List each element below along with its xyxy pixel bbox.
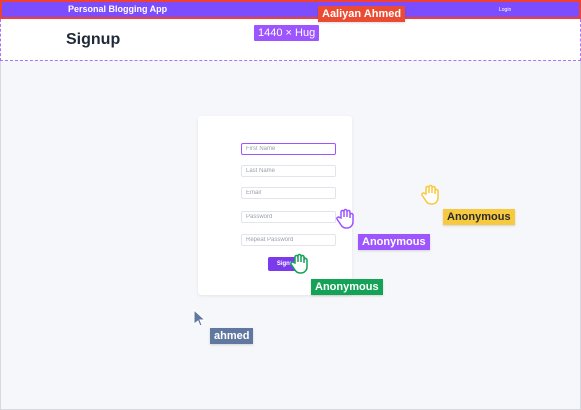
hand-cursor-icon [290,253,308,274]
email-input[interactable] [241,187,336,199]
login-link[interactable]: Login [499,7,511,13]
collaborator-tag-anonymous-purple: Anonymous [358,234,430,250]
signup-card: Signup [198,116,352,295]
last-name-input[interactable] [241,165,336,177]
collaborator-tag-ahmed: ahmed [210,328,254,344]
collaborator-tag-anonymous-green: Anonymous [311,279,383,295]
frame-size-badge: 1440 × Hug [254,25,320,41]
page-title: Signup [66,31,121,48]
hand-cursor-icon [421,184,439,205]
repeat-password-input[interactable] [241,234,336,246]
app-topbar: Personal Blogging App Login [0,0,581,19]
collaborator-tag-aaliyan: Aaliyan Ahmed [318,6,406,22]
collaborator-tag-anonymous-yellow: Anonymous [443,209,515,225]
hand-cursor-icon [336,208,354,229]
app-title: Personal Blogging App [68,4,168,14]
arrow-cursor-icon [193,309,207,327]
password-input[interactable] [241,211,336,223]
first-name-input[interactable] [241,143,336,155]
